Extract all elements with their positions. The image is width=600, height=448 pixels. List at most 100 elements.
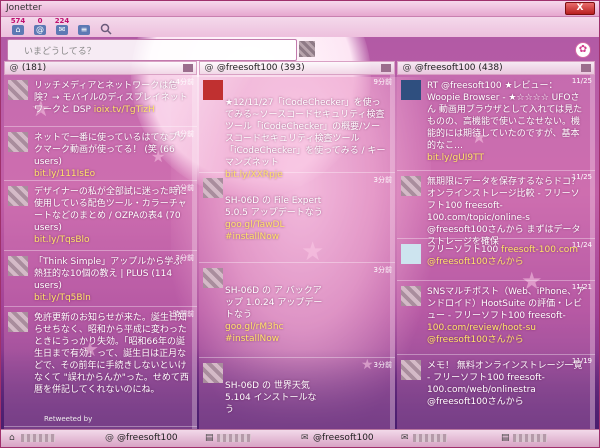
toolbar-search-button[interactable] [97, 18, 115, 36]
tab-favorite[interactable]: ▤ [497, 432, 551, 446]
tab-mention[interactable]: @ @freesoft100 [101, 432, 182, 446]
app-window: Jonetter X 574 ⌂ 0 @ 224 ✉ ≡ ★ ★ ★ ★ ★ ★… [0, 0, 600, 448]
status-input-bar: いまどうしてる？ ✿ [7, 39, 593, 61]
avatar[interactable] [401, 80, 421, 100]
avatar[interactable] [8, 312, 28, 332]
close-button[interactable]: X [565, 2, 595, 15]
tweet-item[interactable]: 11/24 フリーソフト100 freesoft-100.com @freeso… [397, 239, 595, 281]
drag-handle-icon[interactable] [183, 64, 193, 72]
tweet-link[interactable]: bit.ly/TqsBlo [34, 235, 90, 245]
tab-label-redacted [513, 433, 547, 442]
mention-icon: @ [34, 25, 46, 35]
tweet-item[interactable]: 1時間前 免許更新のお知らせが来た。誕生日知らせちなく、昭和から平成に変わったと… [4, 307, 197, 427]
avatar[interactable] [203, 178, 223, 198]
mention-icon: @ [402, 63, 412, 73]
tab-label-redacted [413, 433, 447, 442]
search-icon [100, 23, 112, 35]
tab-message[interactable]: ✉ [397, 432, 451, 446]
tweet-item[interactable]: 11/25 RT @freesoft100 ★レビュー：Woopie Brows… [397, 75, 595, 171]
tweet-item[interactable]: 11/19 メモ！ 無料オンラインストレージ一覧 - フリーソフト100 fre… [397, 355, 595, 429]
scrollbar[interactable] [192, 75, 197, 429]
drag-handle-icon[interactable] [381, 64, 391, 72]
toolbar-home-button[interactable]: 574 ⌂ [9, 17, 27, 36]
tab-mention-2[interactable]: ✉ @freesoft100 [297, 432, 378, 446]
tweet-text: ネットで一番に使っているはてなブックマーク動画が使ってる！ (笑 (66 use… [34, 133, 187, 167]
tweet-link[interactable]: bit.ly/111IsEo [34, 169, 95, 179]
avatar[interactable] [8, 80, 28, 100]
tweet-item[interactable]: 2分前 「Think Simple」アップルから学ぶ熱狂的な10個の教え | P… [4, 251, 197, 307]
avatar[interactable] [203, 363, 223, 383]
home-icon: ⌂ [9, 433, 15, 443]
mention-icon: @ [9, 63, 19, 73]
tweet-item[interactable]: 11/25 無期限にデータを保存するならドコ？オンラインストレージ比較 - フリ… [397, 171, 595, 247]
tweet-link[interactable]: goo.gl/rM3hc #installNow [225, 322, 284, 344]
avatar[interactable] [401, 244, 421, 264]
favorite-icon: ▤ [501, 433, 510, 443]
tweet-link[interactable]: bit.ly/Tq5Bln [34, 293, 91, 303]
tweet-item[interactable]: 2分前 デザイナーの私が全部試に迷った時に使用している配色ツール・カラーチャート… [4, 181, 197, 251]
avatar[interactable] [203, 268, 223, 288]
tweet-item[interactable]: 11/21 SNSマルチポスト（Web、iPhone、アンドロイド）HootSu… [397, 281, 595, 355]
column-header[interactable]: @ (181) [4, 61, 197, 75]
tweet-item[interactable]: 4分前 リッチメディアとネットワークは危険？→ モバイルのディスプレイネットワー… [4, 75, 197, 127]
column-header[interactable]: @ @freesoft100 (393) [199, 61, 395, 75]
title-bar: Jonetter X [1, 1, 599, 17]
timeline-column-3: @ @freesoft100 (438) 11/25 RT @freesoft1… [397, 61, 595, 429]
mention-count: 0 [37, 17, 43, 25]
column-title: @freesoft100 (393) [216, 63, 305, 73]
avatar[interactable] [203, 80, 223, 100]
tweet-item[interactable]: 3分前 SH-06D の File Expert 5.0.5 アップデートなう g… [199, 173, 395, 263]
tweet-item[interactable]: 9分前 ★12/11/27「iCodeChecker」を使ってみる~ソースコード… [199, 75, 395, 180]
settings-button[interactable]: ✿ [575, 42, 591, 58]
avatar[interactable] [8, 256, 28, 276]
tab-list[interactable]: ▤ [201, 432, 255, 446]
retweet-label: Retweeted by [44, 415, 93, 423]
message-icon: ≡ [78, 25, 90, 35]
tweet-item[interactable]: 3分前 SH-06D の 世界天気 5.104 インストールなう [199, 358, 395, 428]
status-input[interactable]: いまどうしてる？ [7, 39, 297, 61]
tweet-text: SNSマルチポスト（Web、iPhone、アンドロイド）HootSuite の評… [427, 287, 586, 321]
tweet-item[interactable]: 3分前 SH-06D の ア バックアップ 1.0.24 アップデートなう goo… [199, 263, 395, 358]
avatar[interactable] [401, 286, 421, 306]
user-avatar[interactable] [299, 41, 315, 57]
tweet-text: ★12/11/27「iCodeChecker」を使ってみる~ソースコードセキュリ… [225, 98, 386, 168]
mention-icon: ✉ [301, 433, 309, 443]
toolbar-favorite-button[interactable]: 224 ✉ [53, 17, 71, 36]
drag-handle-icon[interactable] [581, 64, 591, 72]
toolbar-message-button[interactable]: ≡ [75, 18, 93, 36]
favorite-count: 224 [54, 17, 70, 25]
tab-label-redacted [21, 433, 55, 442]
avatar[interactable] [8, 132, 28, 152]
window-title: Jonetter [6, 3, 42, 13]
tweet-link[interactable]: ioix.tv/TgTizH [94, 105, 155, 115]
timeline-column-2: @ @freesoft100 (393) 9分前 ★12/11/27「iCode… [199, 61, 395, 429]
scrollbar[interactable] [390, 75, 395, 429]
tweet-text: SH-06D の File Expert 5.0.5 アップデートなう [225, 196, 323, 218]
home-count: 574 [10, 17, 26, 25]
tweet-text: RT @freesoft100 ★レビュー：Woopie Browser - ★… [427, 81, 583, 151]
toolbar-mention-button[interactable]: 0 @ [31, 17, 49, 36]
mention-icon: @ [204, 63, 214, 73]
tweet-text: 「Think Simple」アップルから学ぶ熱狂的な10個の教え | PLUS … [34, 257, 183, 291]
column-title: @freesoft100 (438) [414, 63, 503, 73]
message-icon: ✉ [401, 433, 409, 443]
column-tab-bar: ⌂ @ @freesoft100 ▤ ✉ @freesoft100 ✉ ▤ [1, 429, 599, 447]
home-icon: ⌂ [12, 25, 24, 35]
tab-label: @freesoft100 [313, 433, 374, 443]
avatar[interactable] [401, 360, 421, 380]
mention-icon: @ [105, 433, 114, 443]
tweet-text: フリーソフト100 [427, 245, 502, 255]
tweet-link[interactable]: bit.ly/gUI9TT [427, 153, 484, 163]
column-title: (181) [21, 63, 47, 73]
tweet-text: 免許更新のお知らせが来た。誕生日知らせちなく、昭和から平成に変わったときにうっか… [34, 313, 189, 395]
list-icon: ▤ [205, 433, 214, 443]
scrollbar[interactable] [590, 75, 595, 429]
tweet-text: デザイナーの私が全部試に迷った時に使用している配色ツール・カラーチャートなどのま… [34, 187, 187, 233]
avatar[interactable] [8, 186, 28, 206]
tweet-link[interactable]: 100.com/review/hoot-su @freesoft100さんから [427, 323, 536, 345]
tab-home[interactable]: ⌂ [5, 432, 59, 446]
tweet-item[interactable]: 4分前 ネットで一番に使っているはてなブックマーク動画が使ってる！ (笑 (66… [4, 127, 197, 181]
tweet-link[interactable]: goo.gl/TawDL #installNow [225, 220, 285, 242]
avatar[interactable] [401, 176, 421, 196]
column-header[interactable]: @ @freesoft100 (438) [397, 61, 595, 75]
